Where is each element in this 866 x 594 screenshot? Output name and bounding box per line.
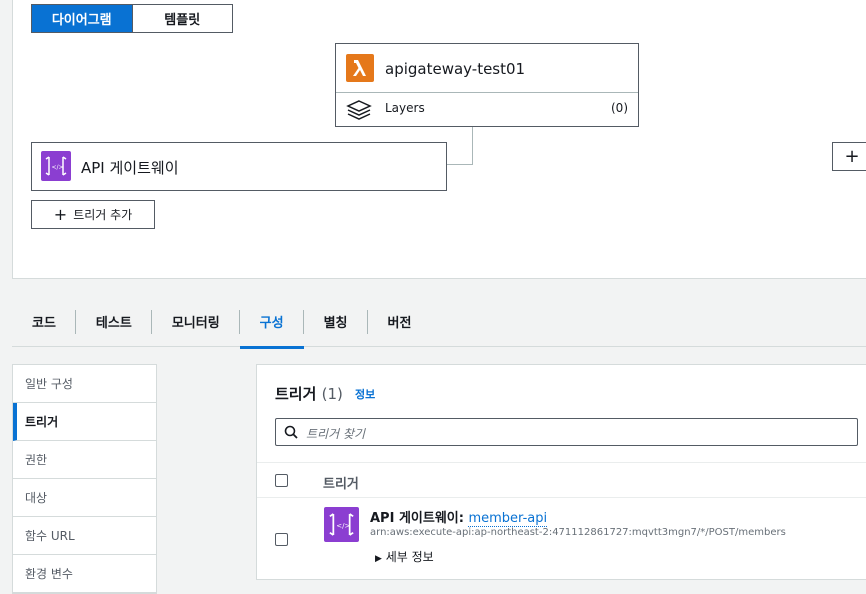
api-gateway-icon: </> — [324, 507, 359, 542]
row-checkbox[interactable] — [275, 533, 288, 546]
table-header-row: 트리거 — [257, 462, 866, 498]
svg-text:</>: </> — [336, 522, 350, 530]
triggers-heading: 트리거 (1) — [275, 383, 343, 404]
connector-line — [446, 164, 473, 165]
tab-configuration[interactable]: 구성 — [239, 302, 304, 349]
triggers-title: 트리거 — [275, 385, 317, 403]
triggers-count: (1) — [321, 385, 343, 403]
function-diagram-panel — [12, 0, 866, 279]
lambda-icon — [346, 54, 374, 82]
tab-test[interactable]: 테스트 — [76, 302, 152, 348]
column-header-trigger: 트리거 — [323, 477, 359, 492]
select-all-checkbox[interactable] — [275, 474, 288, 487]
api-gateway-icon: </> — [41, 151, 71, 181]
tab-versions[interactable]: 버전 — [368, 302, 432, 348]
function-name: apigateway-test01 — [385, 60, 526, 78]
function-node-header: apigateway-test01 — [336, 44, 638, 93]
sidenav-item-function-url[interactable]: 함수 URL — [13, 517, 156, 555]
details-expander[interactable]: ▶ 세부 정보 — [375, 548, 434, 565]
api-gateway-trigger-node[interactable]: </> API 게이트웨이 — [31, 142, 447, 191]
search-icon — [284, 425, 298, 439]
tab-aliases[interactable]: 별칭 — [304, 302, 368, 348]
tab-code[interactable]: 코드 — [12, 302, 76, 348]
diagram-toggle-button[interactable]: 다이어그램 — [32, 5, 132, 32]
add-destination-button[interactable]: + — [832, 142, 866, 171]
sidenav-item-triggers[interactable]: 트리거 — [13, 403, 156, 441]
details-label: 세부 정보 — [385, 550, 434, 564]
tab-monitoring[interactable]: 모니터링 — [152, 302, 240, 348]
api-link[interactable]: member-api — [468, 511, 548, 527]
api-gateway-label: API 게이트웨이 — [81, 159, 179, 177]
caret-right-icon: ▶ — [375, 554, 382, 564]
layers-icon — [346, 99, 372, 123]
svg-text:</>: </> — [52, 164, 64, 171]
add-trigger-button[interactable]: + 트리거 추가 — [31, 200, 155, 229]
trigger-type-label: API 게이트웨이: — [370, 511, 469, 526]
function-node[interactable]: apigateway-test01 Layers (0) — [335, 43, 639, 127]
trigger-arn: arn:aws:execute-api:ap-northeast-2:47111… — [370, 527, 786, 538]
layers-count: (0) — [611, 101, 628, 115]
sidenav-item-destinations[interactable]: 대상 — [13, 479, 156, 517]
connector-line — [472, 127, 473, 165]
trigger-search-input[interactable]: 트리거 찾기 — [275, 418, 858, 446]
info-link[interactable]: 정보 — [355, 386, 375, 402]
layers-label[interactable]: Layers — [385, 101, 425, 115]
sidenav-item-env-vars[interactable]: 환경 변수 — [13, 555, 156, 593]
sidenav-item-general[interactable]: 일반 구성 — [13, 365, 156, 403]
configuration-sidenav: 일반 구성 트리거 권한 대상 함수 URL 환경 변수 — [12, 364, 157, 594]
trigger-row-title: API 게이트웨이: member-api — [370, 507, 548, 527]
add-trigger-label: 트리거 추가 — [73, 208, 133, 222]
function-tabs: 코드 테스트 모니터링 구성 별칭 버전 — [12, 302, 866, 349]
plus-icon: + — [844, 146, 860, 167]
search-placeholder: 트리거 찾기 — [306, 427, 366, 441]
sidenav-item-permissions[interactable]: 권한 — [13, 441, 156, 479]
triggers-panel: 트리거 (1) 정보 트리거 찾기 트리거 </> API 게이트웨이: mem… — [256, 364, 866, 580]
template-toggle-button[interactable]: 템플릿 — [131, 5, 232, 32]
view-toggle: 다이어그램 템플릿 — [31, 4, 233, 33]
plus-icon: + — [53, 205, 68, 224]
